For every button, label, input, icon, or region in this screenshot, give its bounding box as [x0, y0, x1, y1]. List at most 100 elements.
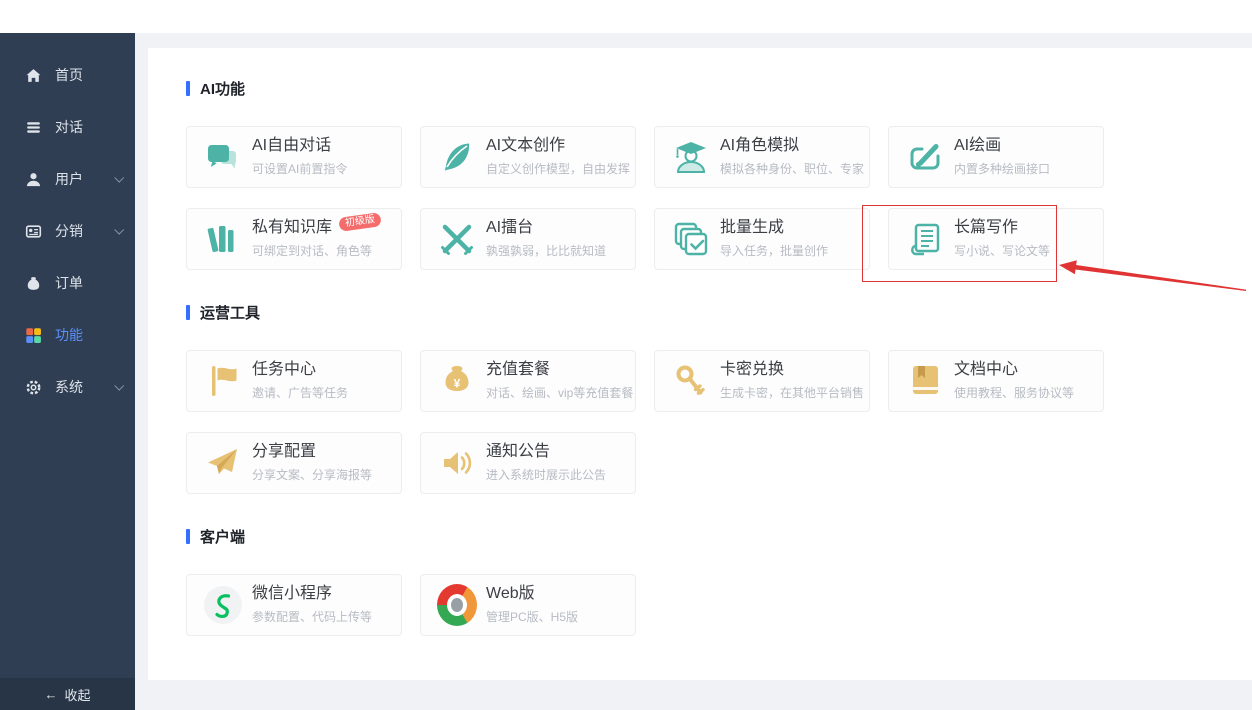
card-title: 微信小程序	[252, 585, 333, 602]
card-grid: AI自由对话 可设置AI前置指令 AI文本创作 自定义创作模型，自由发挥 AI角…	[186, 126, 1104, 270]
wechat-miniprogram-icon	[203, 585, 243, 625]
card-grid: 任务中心 邀请、广告等任务 ¥ 充值套餐 对话、绘画、vip等充值套餐 卡密兑换…	[186, 350, 1104, 494]
card-title: AI角色模拟	[720, 137, 800, 154]
sidebar-item-label: 对话	[55, 119, 83, 135]
card-subtitle: 对话、绘画、vip等充值套餐	[486, 386, 634, 400]
card-title: AI擂台	[486, 219, 534, 236]
card-text: 任务中心 邀请、广告等任务	[252, 361, 348, 401]
card-grid: 微信小程序 参数配置、代码上传等 Web版 管理PC版、H5版	[186, 574, 1104, 636]
batch-check-icon	[671, 219, 711, 259]
card-title: AI文本创作	[486, 137, 566, 154]
sidebar-item-5[interactable]: 功能	[0, 317, 135, 353]
card-title: 文档中心	[954, 361, 1019, 378]
feature-card[interactable]: 卡密兑换 生成卡密，在其他平台销售	[654, 350, 870, 412]
card-text: 微信小程序 参数配置、代码上传等	[252, 585, 372, 625]
card-text: AI绘画 内置多种绘画接口	[954, 137, 1050, 177]
card-title: AI绘画	[954, 137, 1002, 154]
sidebar: 首页 对话 用户 分销 订单 功能 系统 ← 收起	[0, 33, 135, 710]
card-title: 通知公告	[486, 443, 551, 460]
sections-container: AI功能 AI自由对话 可设置AI前置指令 AI文本创作 自定义创作模型，自由发…	[148, 48, 1252, 636]
card-title: 批量生成	[720, 219, 785, 236]
accent-bar-icon	[186, 80, 190, 96]
moneybag-icon: ¥	[437, 361, 477, 401]
crossed-swords-icon	[437, 219, 477, 259]
card-subtitle: 进入系统时展示此公告	[486, 468, 607, 482]
card-title: 长篇写作	[954, 219, 1019, 236]
card-title: AI自由对话	[252, 137, 332, 154]
distribution-icon	[25, 223, 42, 240]
card-subtitle: 分享文案、分享海报等	[252, 468, 373, 482]
feature-card[interactable]: ¥ 充值套餐 对话、绘画、vip等充值套餐	[420, 350, 636, 412]
home-icon	[25, 67, 42, 84]
card-text: 私有知识库 初级版 可绑定到对话、角色等	[252, 212, 383, 259]
feature-card[interactable]: AI自由对话 可设置AI前置指令	[186, 126, 402, 188]
feature-card[interactable]: 通知公告 进入系统时展示此公告	[420, 432, 636, 494]
card-subtitle: 写小说、写论文等	[954, 244, 1051, 258]
feature-card[interactable]: AI角色模拟 模拟各种身份、职位、专家	[654, 126, 870, 188]
card-subtitle: 使用教程、服务协议等	[954, 386, 1075, 400]
sidebar-item-2[interactable]: 用户	[0, 161, 135, 197]
section-title-text: AI功能	[200, 80, 246, 98]
section: 客户端 微信小程序 参数配置、代码上传等 Web版 管理PC版、H5版	[186, 526, 1252, 636]
card-text: 通知公告 进入系统时展示此公告	[486, 443, 606, 483]
section-title-text: 运营工具	[200, 304, 261, 322]
card-subtitle: 可设置AI前置指令	[252, 162, 348, 176]
card-text: 卡密兑换 生成卡密，在其他平台销售	[720, 361, 864, 401]
key-icon	[671, 361, 711, 401]
card-text: AI自由对话 可设置AI前置指令	[252, 137, 347, 177]
graduate-icon	[671, 137, 711, 177]
sidebar-item-3[interactable]: 分销	[0, 213, 135, 249]
card-title: 私有知识库	[252, 219, 333, 236]
card-subtitle: 孰强孰弱，比比就知道	[486, 244, 607, 258]
accent-bar-icon	[186, 304, 190, 320]
card-subtitle: 管理PC版、H5版	[486, 610, 579, 624]
sidebar-item-6[interactable]: 系统	[0, 369, 135, 405]
sidebar-item-0[interactable]: 首页	[0, 57, 135, 93]
gear-icon	[25, 379, 42, 396]
card-subtitle: 导入任务，批量创作	[720, 244, 829, 258]
chevron-down-icon	[114, 380, 125, 391]
card-text: 批量生成 导入任务，批量创作	[720, 219, 828, 259]
content-panel: AI功能 AI自由对话 可设置AI前置指令 AI文本创作 自定义创作模型，自由发…	[148, 48, 1252, 680]
sidebar-item-label: 功能	[55, 327, 83, 343]
feature-card[interactable]: AI擂台 孰强孰弱，比比就知道	[420, 208, 636, 270]
card-text: AI擂台 孰强孰弱，比比就知道	[486, 219, 606, 259]
section-title: 客户端	[186, 526, 1252, 546]
feature-card[interactable]: AI文本创作 自定义创作模型，自由发挥	[420, 126, 636, 188]
feature-card[interactable]: 分享配置 分享文案、分享海报等	[186, 432, 402, 494]
feature-card[interactable]: 批量生成 导入任务，批量创作	[654, 208, 870, 270]
feature-card[interactable]: 微信小程序 参数配置、代码上传等	[186, 574, 402, 636]
collapse-button[interactable]: ← 收起	[0, 678, 135, 710]
sidebar-item-4[interactable]: 订单	[0, 265, 135, 301]
section: 运营工具 任务中心 邀请、广告等任务 ¥ 充值套餐 对话、绘画、vip等充值套餐…	[186, 302, 1252, 494]
section-title: AI功能	[186, 78, 1252, 98]
paintbrush-icon	[905, 137, 945, 177]
card-title: 分享配置	[252, 443, 317, 460]
section-title: 运营工具	[186, 302, 1252, 322]
svg-text:¥: ¥	[454, 377, 461, 391]
paper-plane-icon	[203, 443, 243, 483]
chat-lines-icon	[25, 119, 42, 136]
chrome-icon	[437, 584, 477, 626]
flag-icon	[203, 361, 243, 401]
feature-card[interactable]: 长篇写作 写小说、写论文等	[888, 208, 1104, 270]
card-subtitle: 参数配置、代码上传等	[252, 610, 373, 624]
card-title: 任务中心	[252, 361, 317, 378]
feature-card[interactable]: Web版 管理PC版、H5版	[420, 574, 636, 636]
card-subtitle: 自定义创作模型，自由发挥	[486, 162, 631, 176]
sidebar-nav: 首页 对话 用户 分销 订单 功能 系统	[0, 33, 135, 405]
feature-card[interactable]: 私有知识库 初级版 可绑定到对话、角色等	[186, 208, 402, 270]
top-strip	[0, 0, 1252, 33]
doc-book-icon	[905, 361, 945, 401]
sidebar-item-label: 用户	[55, 171, 83, 187]
feature-card[interactable]: AI绘画 内置多种绘画接口	[888, 126, 1104, 188]
feature-card[interactable]: 任务中心 邀请、广告等任务	[186, 350, 402, 412]
card-subtitle: 模拟各种身份、职位、专家	[720, 162, 865, 176]
sidebar-item-label: 分销	[55, 223, 83, 239]
card-text: Web版 管理PC版、H5版	[486, 585, 578, 625]
feature-card[interactable]: 文档中心 使用教程、服务协议等	[888, 350, 1104, 412]
colored-grid-icon	[25, 327, 42, 344]
section: AI功能 AI自由对话 可设置AI前置指令 AI文本创作 自定义创作模型，自由发…	[186, 78, 1252, 270]
card-title: Web版	[486, 585, 535, 602]
sidebar-item-1[interactable]: 对话	[0, 109, 135, 145]
